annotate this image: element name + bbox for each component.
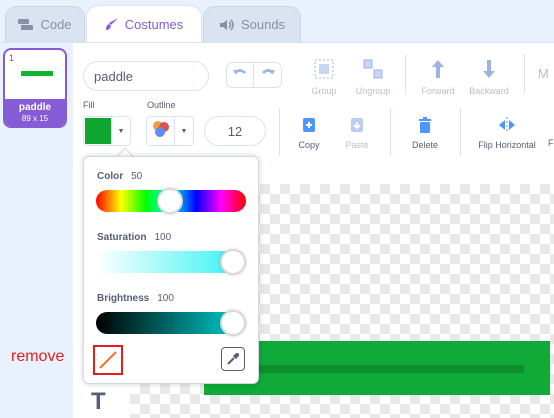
flip-vertical-button[interactable]: F — [548, 138, 554, 148]
brightness-slider-handle[interactable] — [220, 310, 246, 336]
costume-footer: paddle 89 x 15 — [5, 99, 65, 126]
toolbar-divider — [405, 54, 406, 94]
tab-costumes[interactable]: Costumes — [86, 5, 202, 42]
arrow-down-icon — [478, 60, 500, 82]
chevron-down-icon: ▼ — [117, 127, 125, 135]
copy-label: Copy — [298, 140, 320, 150]
paste-icon — [348, 118, 366, 136]
tab-code-label: Code — [40, 17, 72, 32]
paste-button[interactable]: Paste — [338, 116, 376, 150]
tab-sounds[interactable]: Sounds — [203, 6, 301, 42]
no-fill-slash-icon — [95, 347, 121, 373]
forward-button[interactable]: Forward — [416, 58, 460, 96]
costume-thumbnail — [21, 71, 53, 76]
redo-button[interactable] — [254, 62, 282, 88]
remove-annotation-label: remove — [11, 348, 65, 365]
saturation-label-text: Saturation — [97, 232, 147, 243]
outline-swatch — [147, 117, 175, 145]
more-button[interactable]: M — [538, 66, 554, 81]
ungroup-icon — [362, 59, 384, 82]
flip-horizontal-label: Flip Horizontal — [478, 140, 536, 150]
undo-button[interactable] — [226, 62, 254, 88]
costume-item-paddle[interactable]: 1 paddle 89 x 15 — [3, 48, 67, 128]
paintbrush-icon — [105, 17, 119, 31]
outline-color-button[interactable]: ▼ — [146, 116, 194, 146]
arrow-up-icon — [427, 60, 449, 82]
speaker-icon — [219, 19, 235, 31]
saturation-value: 100 — [154, 232, 172, 243]
tab-costumes-label: Costumes — [124, 16, 184, 32]
costume-size: 89 x 15 — [21, 114, 49, 123]
group-label: Group — [311, 86, 337, 96]
color-slider-handle[interactable] — [157, 188, 183, 214]
redo-icon — [260, 66, 276, 84]
copy-button[interactable]: Copy — [290, 116, 328, 150]
code-blocks-icon — [18, 18, 34, 31]
color-label-text: Color — [97, 171, 124, 182]
undo-icon — [232, 66, 248, 84]
costume-name: paddle — [18, 102, 52, 113]
fill-color-button[interactable]: ▼ — [83, 116, 131, 146]
color-value: 50 — [131, 171, 143, 182]
flip-horizontal-button[interactable]: Flip Horizontal — [472, 116, 542, 150]
costume-name-input[interactable]: paddle — [83, 61, 209, 91]
brightness-value: 100 — [157, 293, 174, 304]
flip-horizontal-icon — [497, 117, 517, 136]
mixed-color-icon — [151, 119, 171, 144]
brightness-slider-label: Brightness 100 — [97, 293, 174, 304]
group-button[interactable]: Group — [303, 58, 345, 96]
saturation-slider-handle[interactable] — [220, 249, 246, 275]
tab-code[interactable]: Code — [5, 6, 85, 42]
forward-label: Forward — [421, 86, 455, 96]
delete-label: Delete — [411, 140, 438, 150]
saturation-slider-label: Saturation 100 — [97, 232, 171, 243]
group-icon — [313, 59, 335, 82]
color-slider-label: Color 50 — [97, 171, 142, 182]
costume-number: 1 — [9, 53, 15, 63]
eyedropper-icon — [226, 352, 240, 366]
brightness-label-text: Brightness — [97, 293, 150, 304]
chevron-down-icon: ▼ — [180, 127, 188, 135]
eyedropper-button[interactable] — [221, 347, 245, 371]
copy-icon — [300, 118, 318, 136]
outline-label: Outline — [147, 100, 176, 110]
toolbar-divider — [524, 54, 525, 94]
delete-button[interactable]: Delete — [404, 116, 446, 150]
toolbar-divider — [460, 108, 461, 156]
tab-sounds-label: Sounds — [240, 17, 286, 32]
ungroup-label: Ungroup — [355, 86, 391, 96]
toolbar-divider — [279, 108, 280, 156]
outline-width-input[interactable]: 12 — [204, 116, 266, 146]
text-tool-icon[interactable]: T — [91, 388, 106, 416]
no-color-button[interactable] — [93, 345, 123, 375]
trash-icon — [416, 117, 434, 136]
backward-button[interactable]: Backward — [465, 58, 513, 96]
toolbar-divider — [390, 108, 391, 156]
paddle-inner-line — [214, 365, 524, 373]
ungroup-button[interactable]: Ungroup — [350, 58, 396, 96]
backward-label: Backward — [469, 86, 509, 96]
paste-label: Paste — [345, 140, 369, 150]
more-label: M — [538, 66, 549, 81]
fill-label: Fill — [83, 100, 95, 110]
fill-swatch — [84, 117, 112, 145]
flip-vertical-label: F — [548, 138, 554, 148]
